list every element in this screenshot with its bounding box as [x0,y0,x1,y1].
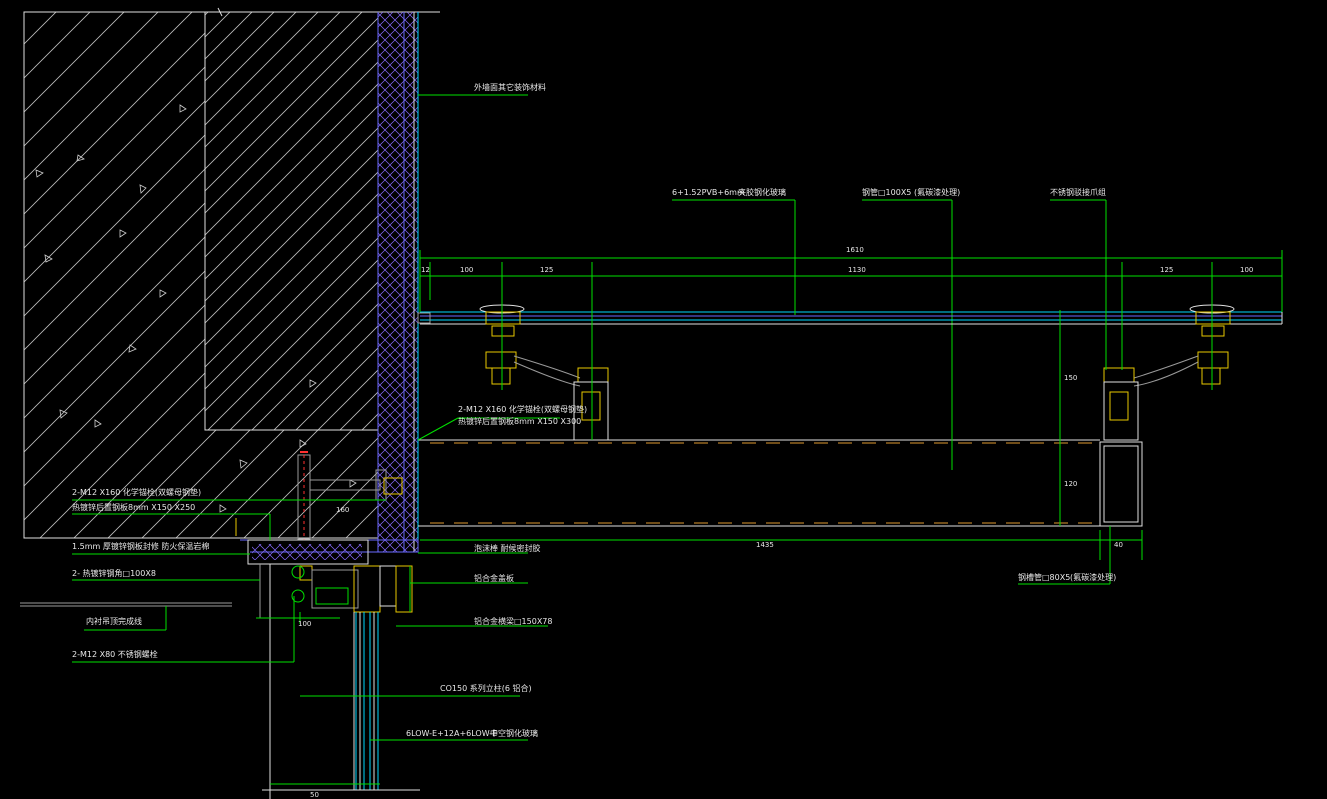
label-fluorocarbon-1: (氟碳漆处理) [914,187,960,197]
dim-160: 160 [336,506,349,514]
canopy-steel-tube [418,200,1143,527]
dim-total-width: 1610 [846,246,864,254]
spider-fitting-right [1103,300,1235,441]
label-galvanized-plate: 1.5mm 厚镀锌钢板封修 防火保温岩棉 [72,541,209,551]
label-laminated-glass: 夹胶钢化玻璃 [738,187,786,197]
label-spider-fitting: 不锈钢驳接爪组 [1050,187,1106,197]
label-embed-plate-2: 热镀锌后置钢板8mm X150 X250 [72,502,195,512]
dim-height-2: 120 [1064,480,1077,488]
dim-1130: 1130 [848,266,866,274]
label-glass-spec: 6+1.52PVB+6mm [672,188,745,197]
label-mullion: CO150 系列立柱(6 铝合) [440,683,532,693]
dim-height-1: 150 [1064,374,1077,382]
laminated-glass [417,311,1283,325]
dim-100-right: 100 [1240,266,1253,274]
label-anchor-bolt-1: 2-M12 X160 化学锚栓(双螺母钢垫) [458,404,587,414]
dim-40: 40 [1114,541,1123,549]
label-low-e-glass: 6LOW-E+12A+6LOW-E [406,729,497,738]
cad-section-drawing: 外墙面其它装饰材料 6+1.52PVB+6mm 夹胶钢化玻璃 钢管□100X5 … [20,7,1283,799]
dim-sub-1: 100 [298,620,311,628]
dim-100-left: 100 [460,266,473,274]
dim-125-right: 125 [1160,266,1173,274]
dim-sub-2: 50 [310,791,319,799]
label-stainless-bolt: 2-M12 X80 不锈钢螺栓 [72,649,158,659]
label-steel-tube: 钢管□100X5 [862,187,911,197]
label-fluorocarbon-2: (氟碳漆处理) [1070,572,1116,582]
label-exterior-finish: 外墙面其它装饰材料 [474,82,546,92]
label-insulated-glass: 中空钢化玻璃 [490,728,538,738]
label-transom: 铝合金横梁□150X78 [474,616,553,626]
curtain-wall [20,539,420,799]
label-steel-angle: 2- 热镀锌钢角□100X8 [72,568,156,578]
dim-1435: 1435 [756,541,774,549]
dim-125-left: 125 [540,266,553,274]
label-sealant: 泡沫棒 耐候密封胶 [474,543,541,553]
label-channel-tube: 钢槽管□80X5 [1018,572,1070,582]
label-ceiling-line: 内衬吊顶完成线 [86,616,142,626]
dim-12: 12 [421,266,430,274]
label-cover-plate: 铝合金盖板 [474,573,514,583]
label-anchor-bolt-2: 2-M12 X160 化学锚栓(双螺母钢垫) [72,487,201,497]
label-embed-plate-1: 热镀锌后置钢板8mm X150 X300 [458,416,581,426]
